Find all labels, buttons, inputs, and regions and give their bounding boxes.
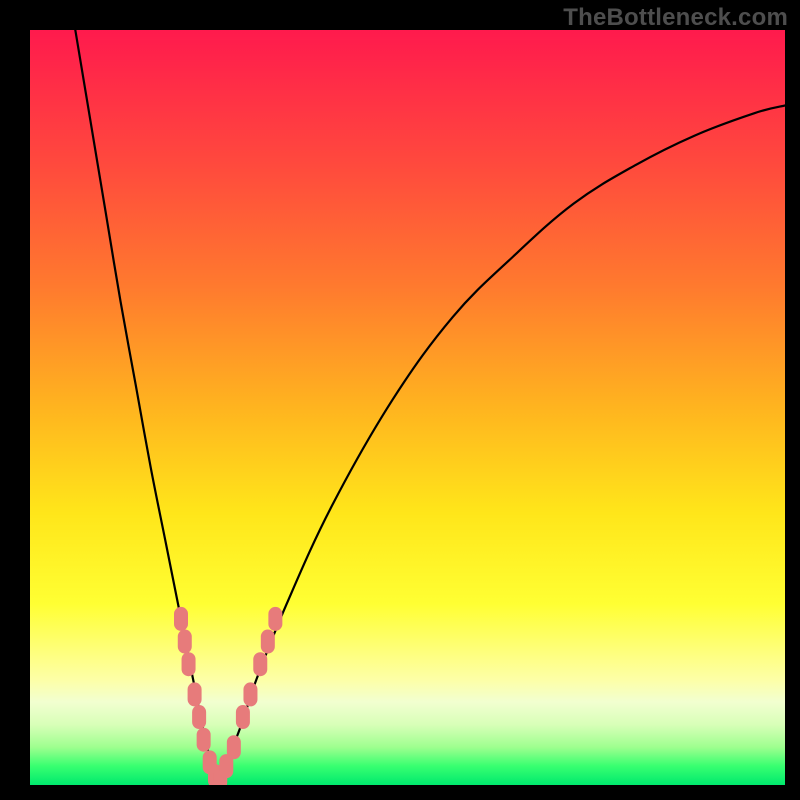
marker-point xyxy=(192,705,206,729)
highlight-markers xyxy=(174,607,282,785)
chart-frame: TheBottleneck.com xyxy=(0,0,800,800)
marker-point xyxy=(188,682,202,706)
marker-point xyxy=(253,652,267,676)
watermark-label: TheBottleneck.com xyxy=(563,4,788,32)
marker-point xyxy=(261,630,275,654)
marker-point xyxy=(268,607,282,631)
marker-point xyxy=(197,728,211,752)
marker-point xyxy=(236,705,250,729)
marker-point xyxy=(178,630,192,654)
marker-point xyxy=(227,735,241,759)
marker-point xyxy=(182,652,196,676)
curve-layer xyxy=(30,30,785,785)
marker-point xyxy=(243,682,257,706)
marker-point xyxy=(174,607,188,631)
plot-area xyxy=(30,30,785,785)
